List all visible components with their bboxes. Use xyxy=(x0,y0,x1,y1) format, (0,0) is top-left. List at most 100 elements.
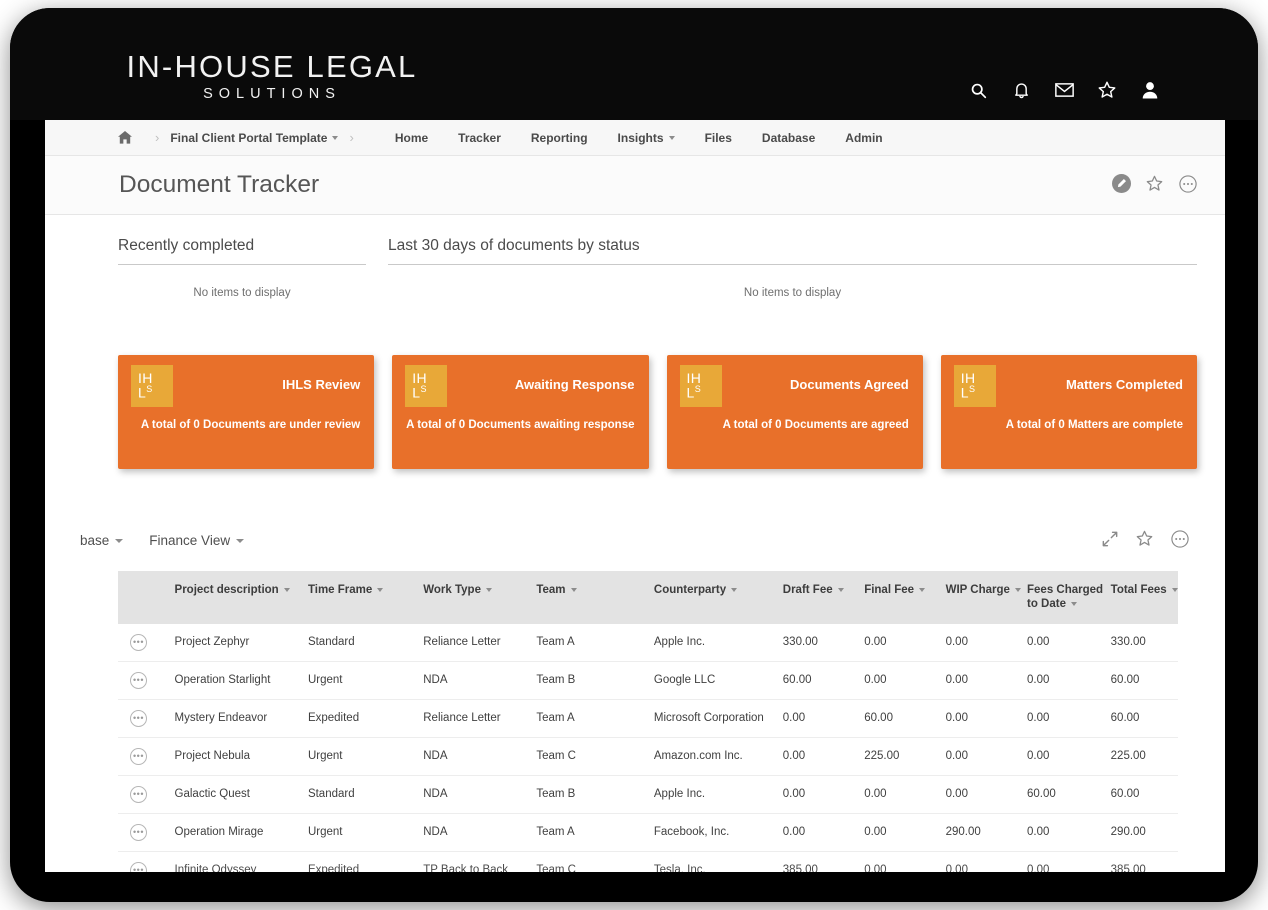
more-options-icon[interactable] xyxy=(1170,529,1189,548)
column-header-work-type[interactable]: Work Type xyxy=(423,571,537,624)
row-more-options-icon[interactable]: ••• xyxy=(130,823,147,841)
cell-total: 225.00 xyxy=(1110,737,1178,776)
cell-fcd: 0.00 xyxy=(1027,864,1050,872)
tile-ihls-review[interactable]: IH LS IHLS Review A total of 0 Documents… xyxy=(118,355,375,469)
column-header-draft-fee[interactable]: Draft Fee xyxy=(782,571,865,624)
cell-final: 0.00 xyxy=(864,864,887,872)
chevron-down-icon[interactable] xyxy=(236,538,245,543)
column-header-wip-charge[interactable]: WIP Charge xyxy=(945,571,1027,624)
tile-matters-completed[interactable]: IH LS Matters Completed A total of 0 Mat… xyxy=(940,355,1197,469)
nav-item-database[interactable]: Database xyxy=(762,131,815,145)
row-more-options-icon[interactable]: ••• xyxy=(130,861,147,872)
data-table-container[interactable]: Project description Time Frame Work Type… xyxy=(118,571,1178,872)
ihls-logo-icon: IH LS xyxy=(679,365,722,407)
breadcrumb: › Final Client Portal Template › Home Tr… xyxy=(45,120,1225,156)
table-row[interactable]: ••• Galactic Quest Standard NDA Team B Apple … xyxy=(118,775,1178,814)
nav-item-tracker[interactable]: Tracker xyxy=(458,131,501,145)
nav-item-files[interactable]: Files xyxy=(705,131,732,145)
cell-draft: 60.00 xyxy=(782,661,865,700)
row-menu-cell: ••• xyxy=(118,737,175,776)
chevron-down-icon[interactable] xyxy=(283,587,290,592)
tile-subtitle: A total of 0 Documents awaiting response xyxy=(406,419,635,431)
chevron-down-icon[interactable] xyxy=(1070,602,1077,607)
row-menu-cell: ••• xyxy=(118,775,175,814)
column-header-team[interactable]: Team xyxy=(536,571,654,624)
table-row[interactable]: ••• Infinite Odyssey Expedited TP Back to B… xyxy=(118,851,1178,872)
home-icon[interactable] xyxy=(118,131,132,144)
table-row[interactable]: ••• Project Zephyr Standard Reliance Letter… xyxy=(118,623,1178,662)
star-icon[interactable] xyxy=(1097,80,1117,100)
tile-awaiting-response[interactable]: IH LS Awaiting Response A total of 0 Doc… xyxy=(392,355,649,469)
cell-work: Reliance Letter xyxy=(423,623,537,662)
cell-final: 225.00 xyxy=(864,737,946,776)
nav-item-admin[interactable]: Admin xyxy=(845,131,882,145)
bell-icon[interactable] xyxy=(1011,80,1031,100)
cell-draft: 330.00 xyxy=(782,623,865,662)
cell-time: Expedited xyxy=(307,864,360,872)
nav-item-home[interactable]: Home xyxy=(395,131,428,145)
row-more-options-icon[interactable]: ••• xyxy=(130,671,147,689)
table-row[interactable]: ••• Mystery Endeavor Expedited Reliance Let… xyxy=(118,699,1178,738)
edit-pencil-icon[interactable] xyxy=(1112,174,1131,193)
ihls-logo-icon: IH LS xyxy=(953,365,996,407)
chevron-down-icon[interactable] xyxy=(332,135,339,140)
envelope-icon[interactable] xyxy=(1054,80,1074,100)
table-row[interactable]: ••• Operation Starlight Urgent NDA Team B Goo… xyxy=(118,661,1178,700)
cell-fcd: 0.00 xyxy=(1027,699,1111,738)
star-icon[interactable] xyxy=(1145,174,1164,193)
star-icon[interactable] xyxy=(1135,529,1154,548)
cell-work: NDA xyxy=(423,775,537,814)
cell-wip: 0.00 xyxy=(945,661,1027,700)
column-header-total-fees[interactable]: Total Fees xyxy=(1110,571,1178,624)
chevron-down-icon[interactable] xyxy=(570,587,577,592)
cell-team: Team B xyxy=(536,661,654,700)
column-header-fees-charged-to-date[interactable]: Fees Charged to Date xyxy=(1027,571,1111,624)
user-icon[interactable] xyxy=(1140,80,1160,100)
cell-wip: 0.00 xyxy=(945,737,1027,776)
widget-documents-by-status: Last 30 days of documents by status No i… xyxy=(388,237,1197,299)
row-more-options-icon[interactable]: ••• xyxy=(130,747,147,765)
app-viewport: › Final Client Portal Template › Home Tr… xyxy=(45,120,1225,872)
brand-header: IN-HOUSE LEGAL SOLUTIONS xyxy=(10,8,1258,120)
cell-desc: Project Nebula xyxy=(174,737,308,776)
cell-final: 0.00 xyxy=(864,775,946,814)
badge-line-2: LS xyxy=(412,384,427,401)
cell-work: NDA xyxy=(423,813,537,852)
chevron-down-icon[interactable] xyxy=(837,587,844,592)
nav-item-reporting[interactable]: Reporting xyxy=(531,131,588,145)
chevron-down-icon[interactable] xyxy=(377,587,384,592)
cell-cpty: Google LLC xyxy=(653,661,783,700)
cell-fcd: 0.00 xyxy=(1027,737,1111,776)
summary-tiles-row: IH LS IHLS Review A total of 0 Documents… xyxy=(45,299,1225,469)
cell-draft: 385.00 xyxy=(782,864,818,872)
row-more-options-icon[interactable]: ••• xyxy=(130,785,147,803)
column-header-time-frame[interactable]: Time Frame xyxy=(307,571,424,624)
chevron-down-icon[interactable] xyxy=(1014,587,1021,592)
table-row[interactable]: ••• Project Nebula Urgent NDA Team C Amazon.c… xyxy=(118,737,1178,776)
breadcrumb-template[interactable]: Final Client Portal Template xyxy=(170,131,327,145)
row-more-options-icon[interactable]: ••• xyxy=(130,709,147,727)
table-body: ••• Project Zephyr Standard Reliance Letter… xyxy=(118,623,1178,872)
column-header-project-description[interactable]: Project description xyxy=(174,571,308,624)
chevron-down-icon[interactable] xyxy=(731,587,738,592)
more-options-icon[interactable] xyxy=(1178,174,1197,193)
cell-wip: 0.00 xyxy=(945,623,1027,662)
column-header-counterparty[interactable]: Counterparty xyxy=(653,571,783,624)
breadcrumb-separator-2: › xyxy=(349,130,354,145)
row-more-options-icon[interactable]: ••• xyxy=(130,633,147,651)
chevron-down-icon[interactable] xyxy=(668,136,675,141)
table-row[interactable]: ••• Operation Mirage Urgent NDA Team A Facebo… xyxy=(118,813,1178,852)
chevron-down-icon[interactable] xyxy=(1171,587,1178,592)
chevron-down-icon[interactable] xyxy=(919,587,926,592)
cell-desc: Operation Mirage xyxy=(174,813,308,852)
chevron-down-icon[interactable] xyxy=(485,587,492,592)
expand-icon[interactable] xyxy=(1100,529,1119,548)
tile-documents-agreed[interactable]: IH LS Documents Agreed A total of 0 Docu… xyxy=(666,355,923,469)
cell-team: Team B xyxy=(536,775,654,814)
nav-item-insights[interactable]: Insights xyxy=(618,131,675,145)
chevron-down-icon[interactable] xyxy=(115,538,124,543)
column-header-final-fee[interactable]: Final Fee xyxy=(864,571,946,624)
search-icon[interactable] xyxy=(968,80,988,100)
table-source-select[interactable]: base xyxy=(80,533,124,548)
table-view-select[interactable]: Finance View xyxy=(149,533,245,548)
